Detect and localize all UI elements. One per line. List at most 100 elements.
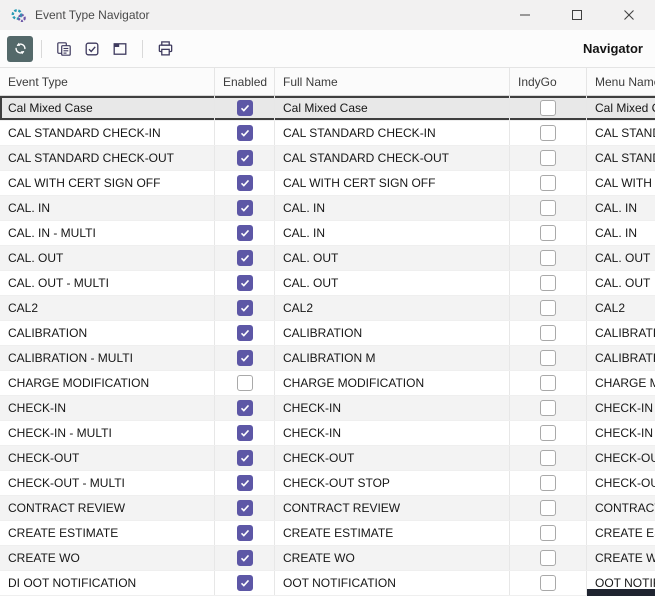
indygo-checkbox[interactable] [540, 375, 556, 391]
checkbox-check-icon [84, 41, 100, 57]
table-row[interactable]: CAL STANDARD CHECK-INCAL STANDARD CHECK-… [0, 121, 655, 146]
indygo-checkbox[interactable] [540, 150, 556, 166]
enabled-checkbox[interactable] [237, 250, 253, 266]
enabled-checkbox[interactable] [237, 550, 253, 566]
copy-list-button[interactable] [52, 37, 76, 61]
indygo-checkbox[interactable] [540, 525, 556, 541]
indygo-checkbox[interactable] [540, 575, 556, 591]
event-type-cell: CHARGE MODIFICATION [0, 371, 215, 395]
indygo-checkbox[interactable] [540, 100, 556, 116]
table-row[interactable]: CHECK-IN - MULTICHECK-INCHECK-IN [0, 421, 655, 446]
indygo-checkbox[interactable] [540, 200, 556, 216]
table-row[interactable]: CAL. OUT - MULTICAL. OUTCAL. OUT [0, 271, 655, 296]
indygo-cell [510, 546, 587, 570]
refresh-button[interactable] [7, 36, 33, 62]
table-row[interactable]: CAL WITH CERT SIGN OFFCAL WITH CERT SIGN… [0, 171, 655, 196]
enabled-checkbox[interactable] [237, 425, 253, 441]
enabled-checkbox[interactable] [237, 125, 253, 141]
column-header-indygo[interactable]: IndyGo [510, 68, 587, 95]
enabled-checkbox[interactable] [237, 475, 253, 491]
column-header-event-type[interactable]: Event Type [0, 68, 215, 95]
enabled-cell [215, 296, 275, 320]
enabled-checkbox[interactable] [237, 175, 253, 191]
checkbox-toggle-button[interactable] [80, 37, 104, 61]
menu-name-cell: CONTRACT REVIEW [587, 496, 655, 520]
enabled-checkbox[interactable] [237, 100, 253, 116]
enabled-cell [215, 96, 275, 120]
enabled-checkbox[interactable] [237, 200, 253, 216]
close-button[interactable] [603, 0, 655, 30]
indygo-checkbox[interactable] [540, 250, 556, 266]
table-row[interactable]: CHARGE MODIFICATIONCHARGE MODIFICATIONCH… [0, 371, 655, 396]
horizontal-scrollbar[interactable] [587, 589, 655, 596]
table-row[interactable]: CALIBRATIONCALIBRATIONCALIBRATION [0, 321, 655, 346]
table-row[interactable]: CALIBRATION - MULTICALIBRATION MCALIBRAT… [0, 346, 655, 371]
table-row[interactable]: Cal Mixed CaseCal Mixed CaseCal Mixed Ca… [0, 96, 655, 121]
event-type-cell: CHECK-OUT - MULTI [0, 471, 215, 495]
enabled-cell [215, 546, 275, 570]
enabled-checkbox[interactable] [237, 575, 253, 591]
enabled-checkbox[interactable] [237, 150, 253, 166]
indygo-checkbox[interactable] [540, 275, 556, 291]
event-type-grid: Event Type Enabled Full Name IndyGo Menu… [0, 67, 655, 596]
table-row[interactable]: CAL2CAL2CAL2 [0, 296, 655, 321]
column-header-menu-name[interactable]: Menu Name [587, 68, 655, 95]
enabled-checkbox[interactable] [237, 375, 253, 391]
indygo-checkbox[interactable] [540, 125, 556, 141]
enabled-checkbox[interactable] [237, 325, 253, 341]
event-type-cell: Cal Mixed Case [0, 96, 215, 120]
new-window-button[interactable] [108, 37, 132, 61]
table-row[interactable]: CREATE WOCREATE WOCREATE WO [0, 546, 655, 571]
column-header-enabled[interactable]: Enabled [215, 68, 275, 95]
table-row[interactable]: CREATE ESTIMATECREATE ESTIMATECREATE EST… [0, 521, 655, 546]
enabled-cell [215, 521, 275, 545]
toolbar: Navigator [0, 30, 655, 67]
table-row[interactable]: CAL STANDARD CHECK-OUTCAL STANDARD CHECK… [0, 146, 655, 171]
full-name-cell: CAL2 [275, 296, 510, 320]
table-row[interactable]: DI OOT NOTIFICATIONOOT NOTIFICATIONOOT N… [0, 571, 655, 596]
enabled-checkbox[interactable] [237, 500, 253, 516]
indygo-checkbox[interactable] [540, 400, 556, 416]
column-header-full-name[interactable]: Full Name [275, 68, 510, 95]
indygo-checkbox[interactable] [540, 175, 556, 191]
table-row[interactable]: CHECK-OUTCHECK-OUTCHECK-OUT [0, 446, 655, 471]
enabled-checkbox[interactable] [237, 225, 253, 241]
full-name-cell: CAL STANDARD CHECK-OUT [275, 146, 510, 170]
table-row[interactable]: CHECK-OUT - MULTICHECK-OUT STOPCHECK-OUT [0, 471, 655, 496]
table-row[interactable]: CAL. IN - MULTICAL. INCAL. IN [0, 221, 655, 246]
full-name-cell: CREATE WO [275, 546, 510, 570]
maximize-button[interactable] [551, 0, 603, 30]
enabled-checkbox[interactable] [237, 350, 253, 366]
indygo-checkbox[interactable] [540, 425, 556, 441]
indygo-checkbox[interactable] [540, 550, 556, 566]
indygo-checkbox[interactable] [540, 450, 556, 466]
indygo-cell [510, 121, 587, 145]
print-button[interactable] [153, 37, 177, 61]
enabled-checkbox[interactable] [237, 400, 253, 416]
toolbar-separator [41, 40, 42, 58]
enabled-checkbox[interactable] [237, 450, 253, 466]
menu-name-cell: CALIBRATION [587, 346, 655, 370]
table-row[interactable]: CAL. OUTCAL. OUTCAL. OUT [0, 246, 655, 271]
minimize-icon [519, 9, 531, 21]
indygo-checkbox[interactable] [540, 500, 556, 516]
table-row[interactable]: CAL. INCAL. INCAL. IN [0, 196, 655, 221]
enabled-checkbox[interactable] [237, 275, 253, 291]
menu-name-cell: CREATE WO [587, 546, 655, 570]
table-row[interactable]: CHECK-INCHECK-INCHECK-IN [0, 396, 655, 421]
enabled-cell [215, 371, 275, 395]
enabled-checkbox[interactable] [237, 525, 253, 541]
indygo-cell [510, 321, 587, 345]
table-row[interactable]: CONTRACT REVIEWCONTRACT REVIEWCONTRACT R… [0, 496, 655, 521]
indygo-checkbox[interactable] [540, 350, 556, 366]
indygo-checkbox[interactable] [540, 475, 556, 491]
indygo-checkbox[interactable] [540, 300, 556, 316]
enabled-checkbox[interactable] [237, 300, 253, 316]
menu-name-cell: CHECK-IN [587, 396, 655, 420]
minimize-button[interactable] [499, 0, 551, 30]
indygo-cell [510, 571, 587, 595]
indygo-checkbox[interactable] [540, 225, 556, 241]
indygo-checkbox[interactable] [540, 325, 556, 341]
event-type-cell: CREATE ESTIMATE [0, 521, 215, 545]
full-name-cell: CAL. OUT [275, 246, 510, 270]
